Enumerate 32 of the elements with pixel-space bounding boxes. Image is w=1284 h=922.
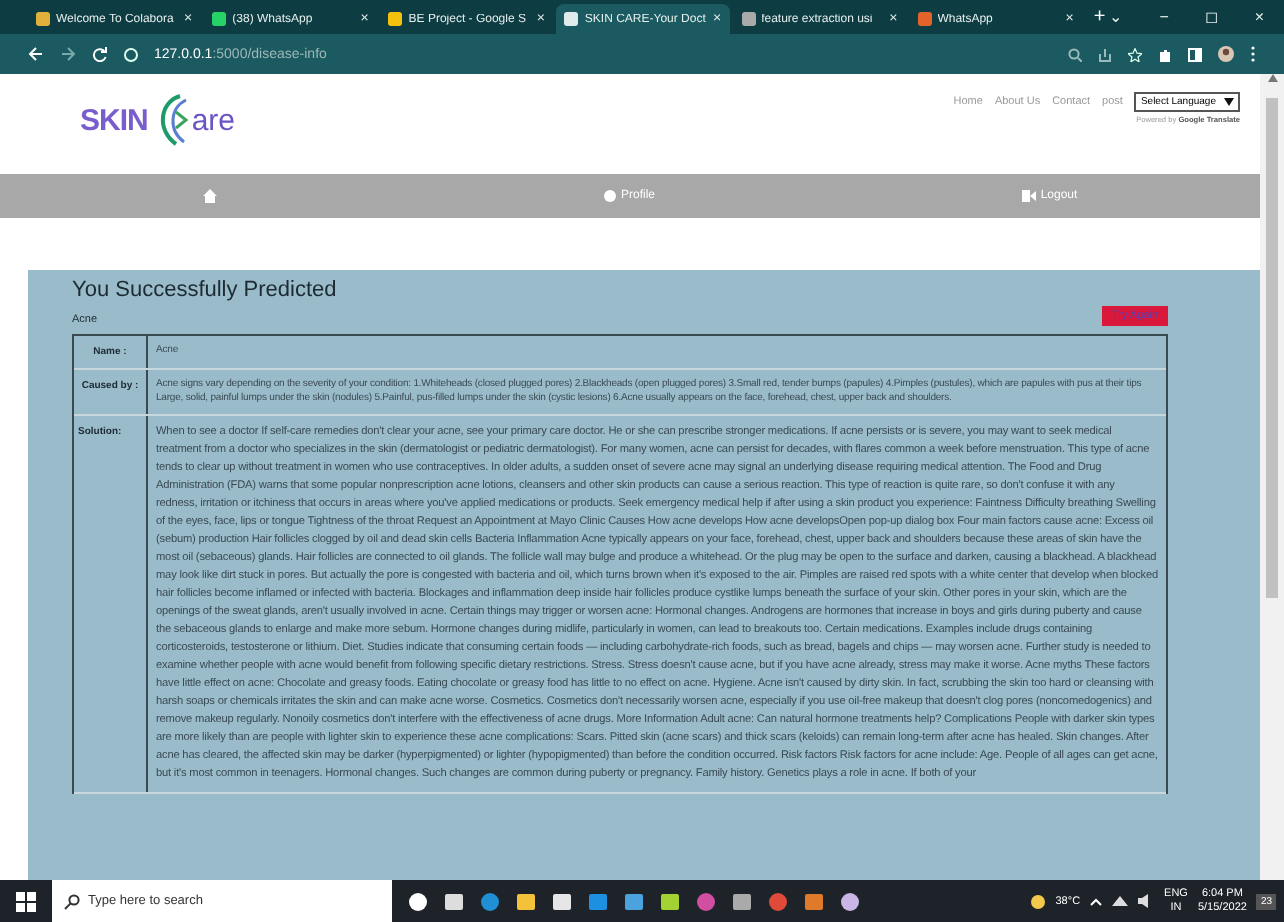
window-control[interactable]: − [1159, 8, 1169, 26]
window-control[interactable]: ⌄ [1109, 8, 1124, 26]
zoom-icon[interactable] [1068, 47, 1082, 61]
circle-icon[interactable] [408, 891, 428, 911]
tab-icon [917, 12, 932, 26]
star-icon[interactable] [1128, 47, 1142, 61]
tab-icon [388, 12, 403, 26]
app-icon[interactable] [624, 891, 644, 911]
tab-icon [564, 12, 579, 26]
sidebar-icon[interactable] [1188, 47, 1202, 61]
back-icon[interactable] [28, 46, 44, 62]
new-tab-button[interactable]: + [1093, 6, 1106, 28]
scrollbar-thumb[interactable] [1266, 98, 1278, 598]
tab-icon [741, 12, 756, 26]
caret-icon [1224, 98, 1234, 106]
search-icon [64, 893, 80, 909]
windows-icon[interactable] [16, 891, 36, 911]
page-title: You Successfully Predicted [72, 278, 339, 302]
logo-text: are [191, 103, 236, 137]
window-control[interactable]: ◻ [1204, 8, 1219, 26]
share-icon[interactable] [1098, 47, 1112, 61]
window-control[interactable]: × [1254, 8, 1265, 26]
reload-icon[interactable] [92, 46, 108, 62]
sign-out-icon [1022, 190, 1037, 202]
menu-icon[interactable] [1250, 46, 1256, 62]
chevron-up-icon[interactable] [1090, 897, 1103, 905]
logo-text: SKIN [80, 103, 148, 137]
avatar-icon[interactable] [1218, 46, 1234, 62]
tab-icon [36, 12, 50, 26]
tab-icon [212, 12, 227, 26]
weather-icon [1029, 893, 1046, 909]
forward-icon[interactable] [60, 46, 76, 62]
